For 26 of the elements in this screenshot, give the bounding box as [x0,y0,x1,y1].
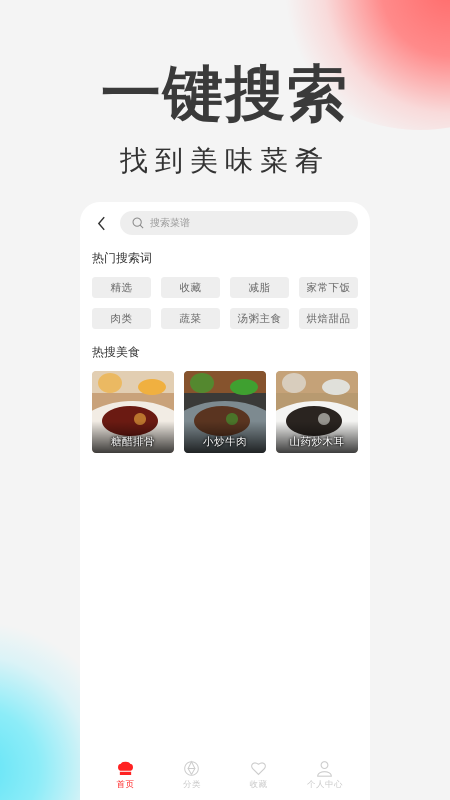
search-tag[interactable]: 家常下饭 [299,277,358,298]
category-icon [183,760,200,777]
search-icon [132,217,144,229]
headline: 一键搜索 [101,58,349,130]
search-tag[interactable]: 汤粥主食 [230,308,289,329]
food-name: 小炒牛肉 [202,435,248,449]
back-icon[interactable] [97,216,106,230]
section-title: 热门搜索词 [92,251,153,265]
search-tag[interactable]: 蔬菜 [161,308,220,329]
tab-item[interactable]: 首页 [97,760,154,791]
food-name: 糖醋排骨 [110,435,156,449]
subheadline: 找到美味菜肴 [120,144,330,178]
food-name: 山药炒木耳 [288,435,346,449]
search-tag[interactable]: 减脂 [230,277,289,298]
food-card[interactable]: 山药炒木耳 [276,371,358,453]
food-card[interactable]: 糖醋排骨 [92,371,174,453]
food-card[interactable]: 小炒牛肉 [184,371,266,453]
search-tag[interactable]: 精选 [92,277,151,298]
search-tag[interactable]: 烘焙甜品 [299,308,358,329]
search-tag[interactable]: 收藏 [161,277,220,298]
person-icon [316,760,334,777]
search-field[interactable]: 搜索菜谱 [120,211,358,235]
search-tag[interactable]: 肉类 [92,308,151,329]
chef-hat-icon [116,760,134,777]
heart-icon [250,760,267,777]
section-title: 热搜美食 [92,345,141,359]
